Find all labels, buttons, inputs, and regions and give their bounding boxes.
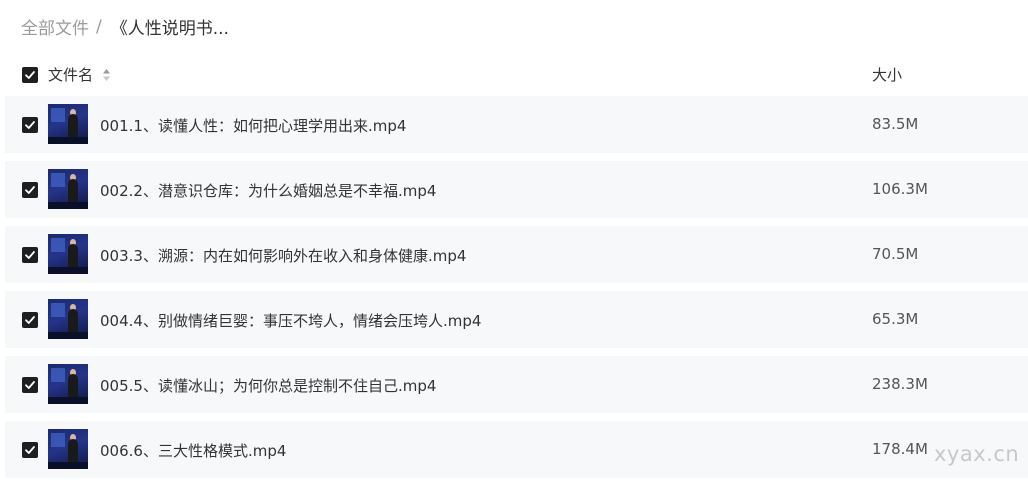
file-name[interactable]: 001.1、读懂人性：如何把心理学用出来.mp4 (100, 115, 406, 136)
file-name[interactable]: 003.3、溯源：内在如何影响外在收入和身体健康.mp4 (100, 245, 466, 266)
video-thumbnail[interactable] (48, 104, 88, 144)
row-checkbox[interactable] (22, 182, 38, 198)
file-name[interactable]: 002.2、潜意识仓库：为什么婚姻总是不幸福.mp4 (100, 180, 436, 201)
breadcrumb: 全部文件 / 《人性说明书... (21, 14, 229, 40)
file-row[interactable]: 003.3、溯源：内在如何影响外在收入和身体健康.mp4 70.5M (5, 226, 1028, 283)
file-size: 83.5M (872, 115, 919, 133)
table-header: 文件名 大小 (0, 60, 1028, 90)
breadcrumb-separator: / (96, 16, 102, 37)
check-icon (25, 71, 35, 79)
file-size: 106.3M (872, 180, 928, 198)
file-name[interactable]: 004.4、别做情绪巨婴：事压不垮人，情绪会压垮人.mp4 (100, 310, 481, 331)
check-icon (25, 446, 35, 454)
file-row[interactable]: 002.2、潜意识仓库：为什么婚姻总是不幸福.mp4 106.3M (5, 161, 1028, 218)
file-row[interactable]: 006.6、三大性格模式.mp4 178.4M (5, 421, 1028, 478)
video-thumbnail[interactable] (48, 364, 88, 404)
file-size: 238.3M (872, 375, 928, 393)
check-icon (25, 381, 35, 389)
check-icon (25, 251, 35, 259)
file-list: 001.1、读懂人性：如何把心理学用出来.mp4 83.5M 002.2、潜意识… (0, 96, 1028, 485)
column-header-size[interactable]: 大小 (872, 64, 902, 85)
file-row[interactable]: 005.5、读懂冰山；为何你总是控制不住自己.mp4 238.3M (5, 356, 1028, 413)
row-checkbox[interactable] (22, 117, 38, 133)
video-thumbnail[interactable] (48, 299, 88, 339)
check-icon (25, 316, 35, 324)
file-size: 65.3M (872, 310, 919, 328)
file-name[interactable]: 006.6、三大性格模式.mp4 (100, 440, 286, 461)
file-row[interactable]: 004.4、别做情绪巨婴：事压不垮人，情绪会压垮人.mp4 65.3M (5, 291, 1028, 348)
sort-icon[interactable] (102, 68, 111, 82)
file-browser: 全部文件 / 《人性说明书... 文件名 大小 001.1、读懂人性：如何把心理… (0, 0, 1028, 485)
watermark: xyax.cn (934, 442, 1020, 466)
row-checkbox[interactable] (22, 377, 38, 393)
file-name[interactable]: 005.5、读懂冰山；为何你总是控制不住自己.mp4 (100, 375, 436, 396)
row-checkbox[interactable] (22, 247, 38, 263)
check-icon (25, 121, 35, 129)
column-header-name[interactable]: 文件名 (48, 64, 93, 85)
check-icon (25, 186, 35, 194)
video-thumbnail[interactable] (48, 169, 88, 209)
file-size: 178.4M (872, 440, 928, 458)
file-size: 70.5M (872, 245, 919, 263)
breadcrumb-root-link[interactable]: 全部文件 (21, 14, 89, 39)
video-thumbnail[interactable] (48, 429, 88, 469)
row-checkbox[interactable] (22, 442, 38, 458)
select-all-checkbox[interactable] (22, 67, 38, 83)
video-thumbnail[interactable] (48, 234, 88, 274)
row-checkbox[interactable] (22, 312, 38, 328)
file-row[interactable]: 001.1、读懂人性：如何把心理学用出来.mp4 83.5M (5, 96, 1028, 153)
breadcrumb-current-folder: 《人性说明书... (110, 19, 229, 39)
